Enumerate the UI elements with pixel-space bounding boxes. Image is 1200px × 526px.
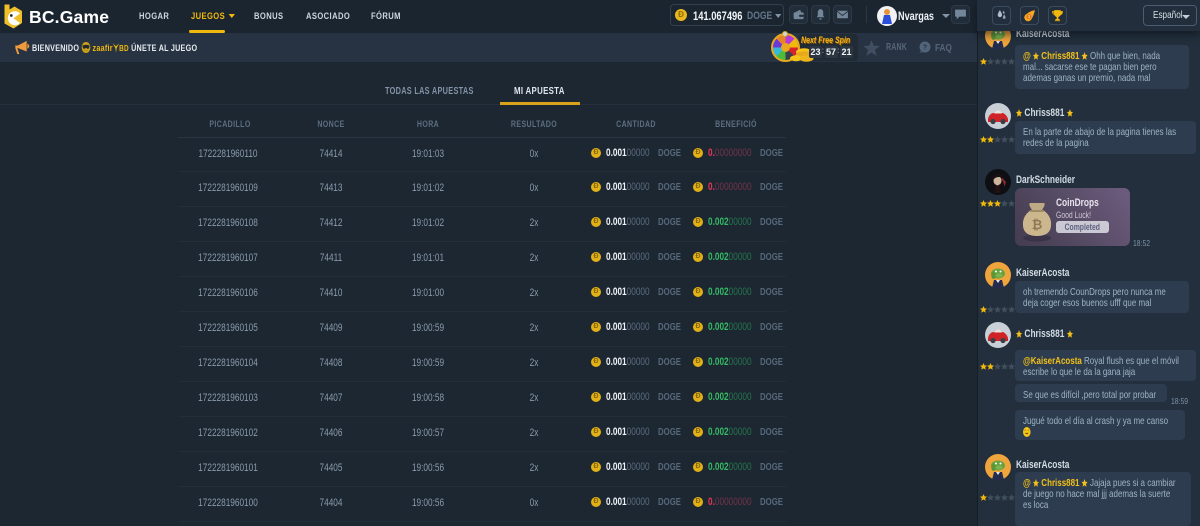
svg-text:?: ? — [923, 45, 927, 52]
svg-text:₿: ₿ — [1032, 217, 1043, 232]
